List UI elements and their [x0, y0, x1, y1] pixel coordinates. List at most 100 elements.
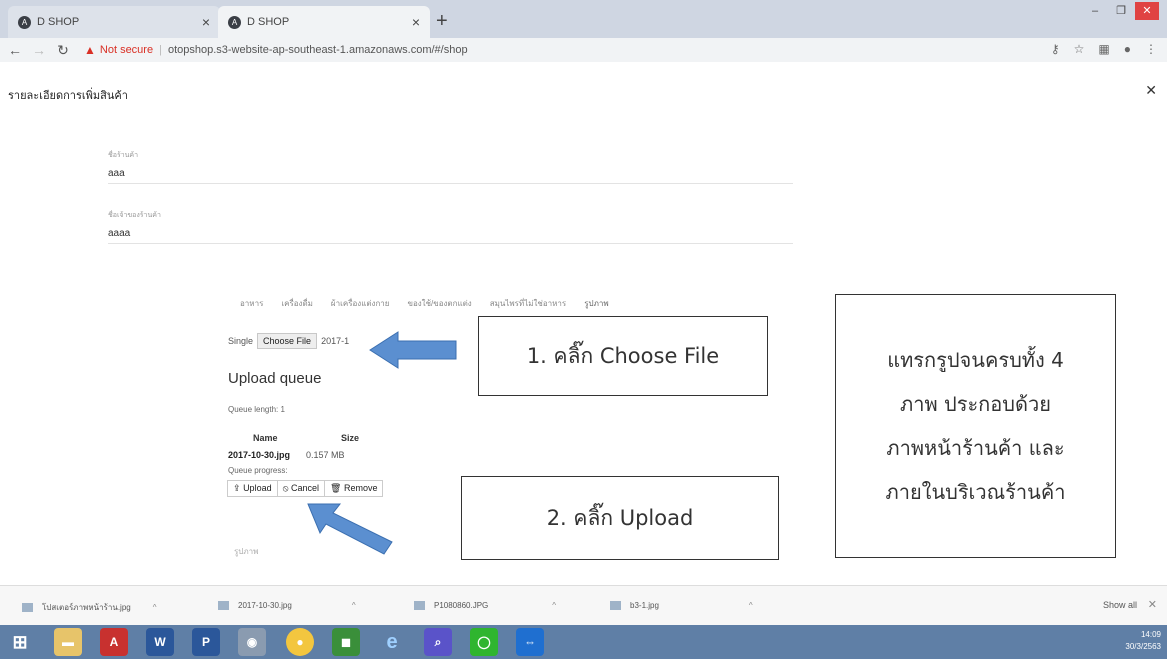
- tab-herbs[interactable]: สมุนไพรที่ไม่ใช่อาหาร: [490, 297, 566, 318]
- chosen-file-name: 2017-1: [321, 336, 350, 346]
- dialog-title: รายละเอียดการเพิ่มสินค้า: [8, 90, 128, 102]
- owner-name-label: ชื่อเจ้าของร้านค้า: [108, 212, 161, 219]
- close-tab-icon[interactable]: ×: [202, 14, 210, 30]
- browser-tab-2[interactable]: A D SHOP ×: [218, 6, 430, 38]
- tab-strip: A D SHOP × A D SHOP × + – ❐ ✕: [0, 0, 1167, 38]
- upload-icon: ⇪: [233, 483, 241, 493]
- shop-name-field[interactable]: ชื่อร้านค้า aaa: [108, 150, 793, 184]
- queue-actions: ⇪ Upload ⦸ Cancel 🗑 Remove: [227, 480, 384, 497]
- clock-time: 14:09: [1140, 630, 1161, 639]
- chrome-icon[interactable]: ●: [286, 628, 314, 656]
- star-icon[interactable]: ☆: [1074, 42, 1085, 56]
- cancel-icon: ⦸: [282, 483, 289, 493]
- callout-note-line: แทรกรูปจนครบทั้ง 4: [887, 348, 1064, 372]
- tab-title: D SHOP: [37, 16, 80, 28]
- menu-icon[interactable]: ⋮: [1145, 42, 1157, 56]
- acrobat-icon[interactable]: A: [100, 628, 128, 656]
- minimize-icon[interactable]: –: [1083, 2, 1107, 20]
- download-item[interactable]: b3-1.jpg ^: [610, 601, 753, 610]
- download-name: 2017-10-30.jpg: [238, 601, 292, 610]
- show-all-button[interactable]: Show all: [1103, 600, 1137, 610]
- callout-step-2: 2. คลิ๊ก Upload: [461, 476, 779, 560]
- arrow-up-left-icon: [307, 503, 393, 555]
- shop-name-label: ชื่อร้านค้า: [108, 152, 139, 159]
- chevron-up-icon[interactable]: ^: [552, 601, 556, 610]
- word-icon[interactable]: W: [146, 628, 174, 656]
- browser-tab-1[interactable]: A D SHOP ×: [8, 6, 220, 38]
- arrow-left-icon: [369, 331, 457, 369]
- cancel-button[interactable]: ⦸ Cancel: [278, 481, 325, 496]
- tab-images[interactable]: รูปภาพ: [584, 297, 609, 318]
- name-header: Name: [253, 433, 278, 443]
- chevron-up-icon[interactable]: ^: [153, 603, 157, 612]
- upload-queue-title: Upload queue: [228, 370, 322, 387]
- window-close-icon[interactable]: ✕: [1135, 2, 1159, 20]
- download-item[interactable]: P1080860.JPG ^: [414, 601, 556, 610]
- owner-name-value: aaaa: [108, 228, 131, 239]
- warning-icon: ▲: [84, 43, 96, 57]
- teamviewer-icon[interactable]: ⇔: [516, 628, 544, 656]
- single-label: Single: [228, 336, 254, 346]
- remove-button[interactable]: 🗑 Remove: [325, 481, 382, 496]
- upload-button[interactable]: ⇪ Upload: [228, 481, 278, 496]
- download-name: โปสเตอร์ภาพหน้าร้าน.jpg: [42, 603, 131, 612]
- callout-note-line: ภายในบริเวณร้านค้า: [885, 480, 1066, 504]
- tab-clothing[interactable]: ผ้าเครื่องแต่งกาย: [331, 297, 390, 318]
- reload-icon[interactable]: ↻: [54, 42, 72, 59]
- remove-button-label: Remove: [343, 483, 378, 493]
- close-icon[interactable]: ✕: [1148, 598, 1157, 611]
- forward-icon[interactable]: →: [30, 42, 48, 58]
- callout-step-1: 1. คลิ๊ก Choose File: [478, 316, 768, 396]
- image-file-icon: [610, 601, 621, 610]
- tab-drinks[interactable]: เครื่องดื่ม: [281, 297, 313, 318]
- close-tab-icon[interactable]: ×: [412, 14, 420, 30]
- angular-icon: A: [18, 15, 31, 29]
- not-secure-label[interactable]: Not secure: [100, 44, 153, 56]
- download-bar: โปสเตอร์ภาพหน้าร้าน.jpg ^ 2017-10-30.jpg…: [0, 585, 1167, 625]
- internet-explorer-icon[interactable]: e: [378, 628, 406, 656]
- shop-name-value: aaa: [108, 168, 125, 179]
- key-icon[interactable]: ⚷: [1051, 42, 1060, 56]
- search-icon[interactable]: ⌕: [424, 628, 452, 656]
- download-item[interactable]: โปสเตอร์ภาพหน้าร้าน.jpg ^: [22, 601, 156, 614]
- queue-progress-label: Queue progress:: [228, 466, 288, 475]
- choose-file-button[interactable]: Choose File: [257, 333, 318, 349]
- image-section-label: รูปภาพ: [234, 547, 259, 556]
- download-item[interactable]: 2017-10-30.jpg ^: [218, 601, 356, 610]
- address-bar: ← → ↻ ▲ Not secure | otopshop.s3-website…: [0, 38, 1167, 62]
- windows-start-icon[interactable]: ⊞: [6, 628, 34, 656]
- callout-note-line: ภาพหน้าร้านค้า และ: [886, 436, 1065, 460]
- chevron-up-icon[interactable]: ^: [352, 601, 356, 610]
- restore-icon[interactable]: ❐: [1109, 2, 1133, 20]
- angular-icon: A: [228, 15, 241, 29]
- tab-food[interactable]: อาหาร: [240, 297, 263, 318]
- new-tab-button[interactable]: +: [436, 10, 448, 33]
- image-file-icon: [414, 601, 425, 610]
- owner-name-field[interactable]: ชื่อเจ้าของร้านค้า aaaa: [108, 210, 793, 244]
- download-name: P1080860.JPG: [434, 601, 489, 610]
- extension-icon[interactable]: ▦: [1098, 42, 1109, 56]
- tab-title: D SHOP: [247, 16, 290, 28]
- size-header: Size: [341, 433, 360, 443]
- url-field[interactable]: otopshop.s3-website-ap-southeast-1.amazo…: [168, 44, 468, 56]
- chevron-up-icon[interactable]: ^: [749, 601, 753, 610]
- close-icon[interactable]: ✕: [1145, 82, 1157, 99]
- back-icon[interactable]: ←: [6, 42, 24, 58]
- project-icon[interactable]: P: [192, 628, 220, 656]
- system-tray[interactable]: 14:09 30/3/2563: [1125, 629, 1161, 653]
- address-bar-icons: ⚷ ☆ ▦ ● ⋮: [1051, 42, 1157, 56]
- queue-length: Queue length: 1: [228, 405, 285, 414]
- image-file-icon: [218, 601, 229, 610]
- single-upload-row: Single Choose File 2017-1: [228, 333, 349, 349]
- store-icon[interactable]: ◼: [332, 628, 360, 656]
- upload-button-label: Upload: [243, 483, 272, 493]
- trash-icon: 🗑: [330, 483, 342, 493]
- callout-note: แทรกรูปจนครบทั้ง 4 ภาพ ประกอบด้วย ภาพหน้…: [835, 294, 1116, 558]
- media-icon[interactable]: ◉: [238, 628, 266, 656]
- window-controls: – ❐ ✕: [1083, 2, 1159, 20]
- profile-icon[interactable]: ●: [1124, 42, 1131, 56]
- download-name: b3-1.jpg: [630, 601, 659, 610]
- file-explorer-icon[interactable]: ▬: [54, 628, 82, 656]
- tab-decor[interactable]: ของใช้/ของตกแต่ง: [407, 297, 471, 318]
- line-icon[interactable]: ◯: [470, 628, 498, 656]
